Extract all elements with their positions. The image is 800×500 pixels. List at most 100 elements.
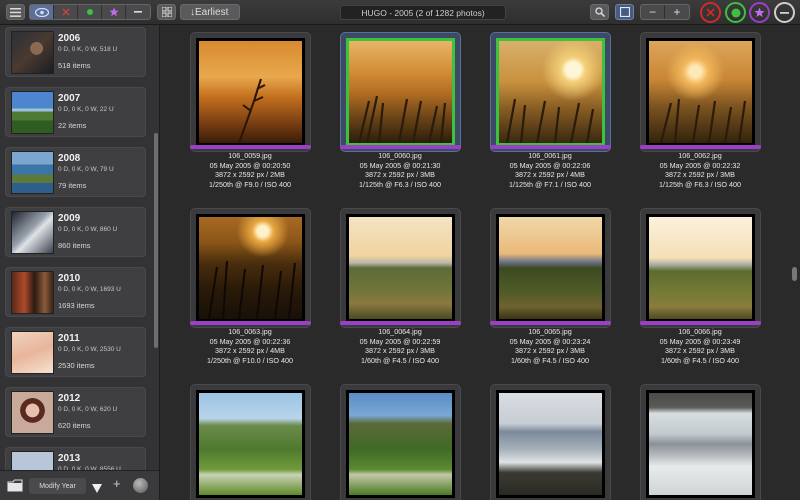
filter-keep-button[interactable] bbox=[78, 5, 102, 19]
photo-meta: 106_0060.jpg 05 May 2005 @ 00:21:30 3872… bbox=[320, 151, 480, 190]
reject-button[interactable] bbox=[700, 2, 721, 23]
photo-size: 3872 x 2592 px / 4MB bbox=[515, 170, 585, 180]
photo-border bbox=[196, 390, 305, 498]
year-card-2009[interactable]: 2009 0 D, 0 K, 0 W, 860 U 860 items bbox=[5, 207, 146, 257]
sort-button[interactable]: ↓Earliest bbox=[180, 4, 240, 20]
options-button[interactable] bbox=[133, 478, 148, 493]
folder-button[interactable] bbox=[7, 479, 23, 497]
dot-icon bbox=[86, 9, 93, 15]
filter-eye-button[interactable] bbox=[30, 5, 54, 19]
single-view-button[interactable] bbox=[615, 4, 634, 20]
photo-exposure: 1/60th @ F4.5 / ISO 400 bbox=[510, 356, 590, 366]
photo-exposure: 1/125th @ F6.3 / ISO 400 bbox=[658, 180, 741, 190]
photo-meta: 106_0064.jpg 05 May 2005 @ 00:22:59 3872… bbox=[320, 327, 480, 366]
year-item-count: 1693 items bbox=[58, 301, 95, 310]
grid-view-button[interactable] bbox=[157, 4, 176, 20]
year-card-2006[interactable]: 2006 0 D, 0 K, 0 W, 518 U 518 items bbox=[5, 27, 146, 77]
photo-tile[interactable] bbox=[490, 208, 611, 328]
year-title: 2009 bbox=[58, 213, 81, 224]
rating-bar bbox=[190, 321, 311, 325]
zoom-out-button[interactable]: − bbox=[641, 5, 665, 19]
photo-exposure: 1/60th @ F4.5 / ISO 400 bbox=[660, 356, 740, 366]
year-thumbnail bbox=[11, 331, 54, 374]
dropdown-button[interactable] bbox=[92, 480, 102, 498]
photo-tile-selected[interactable] bbox=[490, 32, 611, 152]
photo-thumbnail bbox=[349, 41, 452, 143]
photo-tile-selected[interactable] bbox=[340, 32, 461, 152]
year-card-2007[interactable]: 2007 0 D, 0 K, 0 W, 22 U 22 items bbox=[5, 87, 146, 137]
year-card-2008[interactable]: 2008 0 D, 0 K, 0 W, 79 U 79 items bbox=[5, 147, 146, 197]
photo-size: 3872 x 2592 px / 3MB bbox=[365, 346, 435, 356]
plant-silhouette bbox=[238, 78, 266, 143]
photo-tile[interactable] bbox=[190, 32, 311, 152]
photo-tile[interactable] bbox=[490, 384, 611, 500]
photo-border bbox=[496, 214, 605, 322]
photo-thumbnail bbox=[499, 217, 602, 319]
filter-reject-button[interactable] bbox=[54, 5, 78, 19]
photo-filename: 106_0060.jpg bbox=[378, 151, 422, 160]
photo-border bbox=[646, 214, 755, 322]
photo-tile[interactable] bbox=[640, 384, 761, 500]
photo-meta: 106_0062.jpg 05 May 2005 @ 00:22:32 3872… bbox=[620, 151, 780, 190]
x-icon bbox=[62, 8, 69, 16]
photo-border bbox=[646, 38, 755, 146]
photo-exposure: 1/125th @ F6.3 / ISO 400 bbox=[358, 180, 441, 190]
sidebar-toggle-button[interactable] bbox=[6, 4, 25, 20]
photo-thumbnail bbox=[349, 393, 452, 495]
plant-silhouette bbox=[208, 260, 296, 319]
photo-thumbnail bbox=[199, 41, 302, 143]
remove-button[interactable] bbox=[774, 2, 795, 23]
zoom-in-label: + bbox=[673, 5, 681, 19]
star-icon bbox=[108, 7, 119, 17]
grid-scrollbar[interactable] bbox=[792, 267, 797, 281]
photo-tile[interactable] bbox=[190, 384, 311, 500]
grass-silhouette bbox=[357, 95, 447, 143]
grass-silhouette bbox=[505, 98, 595, 143]
rating-bar bbox=[640, 145, 761, 149]
rating-bar bbox=[490, 145, 611, 149]
year-card-2012[interactable]: 2012 0 D, 0 K, 0 W, 620 U 620 items bbox=[5, 387, 146, 437]
photo-filename: 106_0064.jpg bbox=[378, 327, 422, 336]
year-thumbnail bbox=[11, 91, 54, 134]
keep-button[interactable] bbox=[725, 2, 746, 23]
photo-size: 3872 x 2592 px / 3MB bbox=[515, 346, 585, 356]
dot-icon bbox=[731, 8, 740, 17]
window-title-text: HUGO - 2005 (2 of 1282 photos) bbox=[361, 7, 485, 18]
year-card-2011[interactable]: 2011 0 D, 0 K, 0 W, 2530 U 2530 items bbox=[5, 327, 146, 377]
photo-filename: 106_0062.jpg bbox=[678, 151, 722, 160]
photo-thumbnail bbox=[199, 217, 302, 319]
modify-year-button[interactable]: Modify Year bbox=[29, 478, 86, 494]
square-icon bbox=[619, 7, 630, 17]
folder-icon bbox=[7, 479, 23, 492]
zoom-out-label: − bbox=[648, 5, 656, 19]
photo-size: 3872 x 2592 px / 4MB bbox=[215, 346, 285, 356]
photo-tile[interactable] bbox=[640, 32, 761, 152]
photo-exposure: 1/250th @ F10.0 / ISO 400 bbox=[206, 356, 293, 366]
filter-minus-button[interactable] bbox=[126, 5, 150, 19]
photo-border bbox=[196, 214, 305, 322]
photo-tile[interactable] bbox=[640, 208, 761, 328]
photo-tile[interactable] bbox=[340, 384, 461, 500]
add-year-button[interactable]: + bbox=[113, 476, 121, 491]
photo-meta: 106_0066.jpg 05 May 2005 @ 00:23:49 3872… bbox=[620, 327, 780, 366]
sort-label: ↓Earliest bbox=[190, 6, 229, 18]
sidebar-scrollbar[interactable] bbox=[154, 133, 158, 348]
photo-tile[interactable] bbox=[340, 208, 461, 328]
photo-meta: 106_0061.jpg 05 May 2005 @ 00:22:06 3872… bbox=[470, 151, 630, 190]
photo-tile[interactable] bbox=[190, 208, 311, 328]
window-title: HUGO - 2005 (2 of 1282 photos) bbox=[340, 5, 506, 20]
year-title: 2006 bbox=[58, 33, 81, 44]
rating-bar bbox=[340, 145, 461, 149]
minus-icon bbox=[780, 11, 789, 14]
photo-date: 05 May 2005 @ 00:21:30 bbox=[359, 160, 441, 170]
zoom-in-button[interactable]: + bbox=[665, 5, 689, 19]
photo-date: 05 May 2005 @ 00:20:50 bbox=[209, 160, 291, 170]
year-stats: 0 D, 0 K, 0 W, 2530 U bbox=[58, 346, 121, 353]
filter-star-button[interactable] bbox=[102, 5, 126, 19]
year-card-2010[interactable]: 2010 0 D, 0 K, 0 W, 1693 U 1693 items bbox=[5, 267, 146, 317]
star-button[interactable] bbox=[749, 2, 770, 23]
search-button[interactable] bbox=[590, 4, 609, 20]
minus-icon bbox=[134, 11, 142, 13]
rating-bar bbox=[640, 321, 761, 325]
photo-thumbnail bbox=[499, 393, 602, 495]
